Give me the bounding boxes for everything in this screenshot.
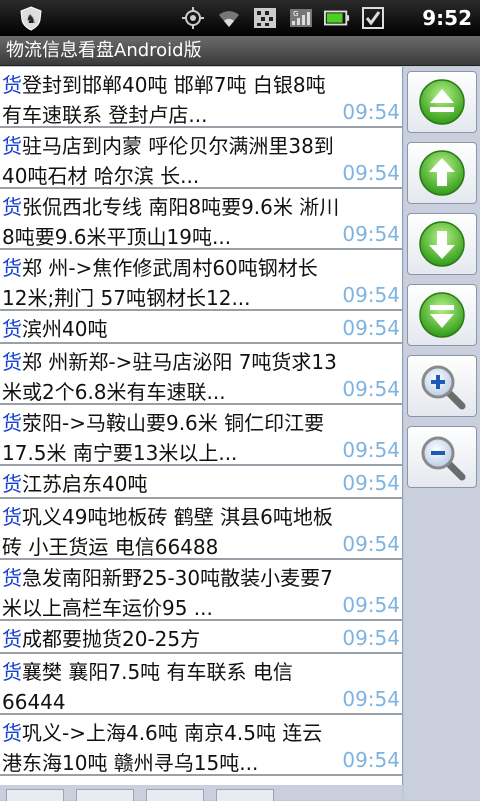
- list-item[interactable]: 货滨州40吨 09:54: [0, 311, 402, 344]
- list-item[interactable]: 货荥阳->马鞍山要9.6米 铜仁印江要17.5米 南宁要13米以上... 09:5…: [0, 405, 402, 466]
- list-item-body: 驻马店到内蒙 呼伦贝尔满洲里38到40吨石材 哈尔滨 长...: [2, 134, 334, 188]
- list-item[interactable]: 货张侃西北专线 南阳8吨要9.6米 淅川8吨要9.6米平顶山19吨... 09:5…: [0, 189, 402, 250]
- zoom-out-button[interactable]: [407, 426, 477, 488]
- list-item-time: 09:54: [342, 471, 400, 495]
- signal-grid-icon: [252, 6, 278, 30]
- list-item-time: 09:54: [342, 748, 400, 772]
- cargo-tag: 货: [2, 627, 22, 651]
- list-item-body: 巩义->上海4.6吨 南京4.5吨 连云港东海10吨 赣州寻乌15吨...: [2, 721, 323, 775]
- list-item-body: 巩义49吨地板砖 鹤壁 淇县6吨地板砖 小王货运 电信66488: [2, 505, 333, 559]
- cargo-tag: 货: [2, 721, 22, 745]
- list-item[interactable]: 货急发南阳新野25-30吨散装小麦要7米以上高栏车运价95 ... 09:54: [0, 560, 402, 621]
- gps-icon: [180, 6, 206, 30]
- list-item[interactable]: 货郑 州->焦作修武周村60吨钢材长12米;荆门 57吨钢材长12... 09:5…: [0, 250, 402, 311]
- list-item-text: 货驻马店到内蒙 呼伦贝尔满洲里38到40吨石材 哈尔滨 长...: [2, 131, 340, 191]
- list-item[interactable]: 货登封到邯郸40吨 邯郸7吨 白银8吨 有车速联系 登封卢店... 09:54: [0, 67, 402, 128]
- cargo-tag: 货: [2, 134, 22, 158]
- checkbox-icon: [360, 6, 386, 30]
- list-item-text: 货巩义->上海4.6吨 南京4.5吨 连云港东海10吨 赣州寻乌15吨...: [2, 718, 340, 778]
- list-item-body: 登封到邯郸40吨 邯郸7吨 白银8吨 有车速联系 登封卢店...: [2, 73, 326, 127]
- svg-text:♞: ♞: [26, 12, 37, 26]
- cargo-tag: 货: [2, 505, 22, 529]
- list-item-body: 荥阳->马鞍山要9.6米 铜仁印江要17.5米 南宁要13米以上...: [2, 411, 325, 465]
- list-item-text: 货成都要抛货20-25方: [2, 624, 340, 654]
- list-item-body: 张侃西北专线 南阳8吨要9.6米 淅川8吨要9.6米平顶山19吨...: [2, 195, 340, 249]
- zoom-in-icon: [421, 365, 466, 410]
- list-item-body: 成都要抛货20-25方: [22, 627, 201, 651]
- eject-up-icon: [419, 79, 465, 125]
- side-controls: [404, 67, 480, 800]
- battery-icon: [324, 6, 350, 30]
- list-item-text: 货急发南阳新野25-30吨散装小麦要7米以上高栏车运价95 ...: [2, 563, 340, 623]
- list-item[interactable]: 货成都要抛货20-25方 09:54: [0, 621, 402, 654]
- list-item-time: 09:54: [342, 438, 400, 462]
- cargo-tag: 货: [2, 317, 22, 341]
- scroll-bottom-button[interactable]: [407, 284, 477, 346]
- list-item-text: 货张侃西北专线 南阳8吨要9.6米 淅川8吨要9.6米平顶山19吨...: [2, 192, 340, 252]
- cargo-tag: 货: [2, 195, 22, 219]
- list-item[interactable]: 货驻马店到内蒙 呼伦贝尔满洲里38到40吨石材 哈尔滨 长... 09:54: [0, 128, 402, 189]
- list-item-text: 货郑 州新郑->驻马店泌阳 7吨货求13米或2个6.8米有车速联...: [2, 347, 340, 407]
- list-item-body: 滨州40吨: [22, 317, 108, 341]
- list-item-text: 货巩义49吨地板砖 鹤壁 淇县6吨地板砖 小王货运 电信66488: [2, 502, 340, 562]
- svg-text:G: G: [293, 10, 298, 18]
- list-item-time: 09:54: [342, 532, 400, 556]
- list-item-time: 09:54: [342, 161, 400, 185]
- zoom-in-button[interactable]: [407, 355, 477, 417]
- list-item-body: 郑 州新郑->驻马店泌阳 7吨货求13米或2个6.8米有车速联...: [2, 350, 337, 404]
- list-item-time: 09:54: [342, 377, 400, 401]
- list-item-body: 急发南阳新野25-30吨散装小麦要7米以上高栏车运价95 ...: [2, 566, 333, 620]
- list-item[interactable]: 货巩义49吨地板砖 鹤壁 淇县6吨地板砖 小王货运 电信66488 09:54: [0, 499, 402, 560]
- cargo-tag: 货: [2, 350, 22, 374]
- scroll-up-button[interactable]: [407, 142, 477, 204]
- wifi-icon: [216, 6, 242, 30]
- cargo-tag: 货: [2, 566, 22, 590]
- list-item-text: 货江苏启东40吨: [2, 469, 340, 499]
- cargo-tag: 货: [2, 73, 22, 97]
- list-item-time: 09:54: [342, 283, 400, 307]
- list-item[interactable]: 货郑 州新郑->驻马店泌阳 7吨货求13米或2个6.8米有车速联... 09:54: [0, 344, 402, 405]
- eject-down-icon: [419, 292, 465, 338]
- list-item-text: 货郑 州->焦作修武周村60吨钢材长12米;荆门 57吨钢材长12...: [2, 253, 340, 313]
- list-item-time: 09:54: [342, 100, 400, 124]
- list-item-body: 江苏启东40吨: [22, 472, 148, 496]
- list-item[interactable]: 货巩义->上海4.6吨 南京4.5吨 连云港东海10吨 赣州寻乌15吨... 09…: [0, 715, 402, 776]
- bottom-bar: [0, 785, 402, 801]
- list-item[interactable]: 货江苏启东40吨 09:54: [0, 466, 402, 499]
- list-item-text: 货登封到邯郸40吨 邯郸7吨 白银8吨 有车速联系 登封卢店...: [2, 70, 340, 130]
- cell-signal-icon: G: [288, 6, 314, 30]
- zoom-out-icon: [421, 436, 466, 481]
- scroll-down-button[interactable]: [407, 213, 477, 275]
- cargo-tag: 货: [2, 660, 22, 684]
- clock: 9:52: [422, 6, 472, 30]
- list-item-text: 货荥阳->马鞍山要9.6米 铜仁印江要17.5米 南宁要13米以上...: [2, 408, 340, 468]
- list-item-text: 货滨州40吨: [2, 314, 340, 344]
- list-item-text: 货襄樊 襄阳7.5吨 有车联系 电信66444: [2, 657, 340, 717]
- list-item-body: 襄樊 襄阳7.5吨 有车联系 电信66444: [2, 660, 293, 714]
- cargo-list[interactable]: 货登封到邯郸40吨 邯郸7吨 白银8吨 有车速联系 登封卢店... 09:54 货驻…: [0, 67, 403, 785]
- list-item-time: 09:54: [342, 687, 400, 711]
- bottom-tab[interactable]: [76, 789, 134, 801]
- cargo-tag: 货: [2, 256, 22, 280]
- list-item-time: 09:54: [342, 593, 400, 617]
- list-item[interactable]: 货襄樊 襄阳7.5吨 有车联系 电信66444 09:54: [0, 654, 402, 715]
- page-title: 物流信息看盘Android版: [0, 36, 480, 66]
- cargo-tag: 货: [2, 411, 22, 435]
- bottom-tab[interactable]: [146, 789, 204, 801]
- arrow-up-icon: [419, 150, 465, 196]
- arrow-down-icon: [419, 221, 465, 267]
- shield-icon: ♞: [18, 5, 44, 31]
- scroll-top-button[interactable]: [407, 71, 477, 133]
- list-item-time: 09:54: [342, 626, 400, 650]
- list-item-body: 郑 州->焦作修武周村60吨钢材长12米;荆门 57吨钢材长12...: [2, 256, 318, 310]
- bottom-tab[interactable]: [6, 789, 64, 801]
- list-item-time: 09:54: [342, 316, 400, 340]
- bottom-tab[interactable]: [216, 789, 274, 801]
- cargo-tag: 货: [2, 472, 22, 496]
- list-item-time: 09:54: [342, 222, 400, 246]
- status-bar: ♞ G 9:52: [0, 0, 480, 36]
